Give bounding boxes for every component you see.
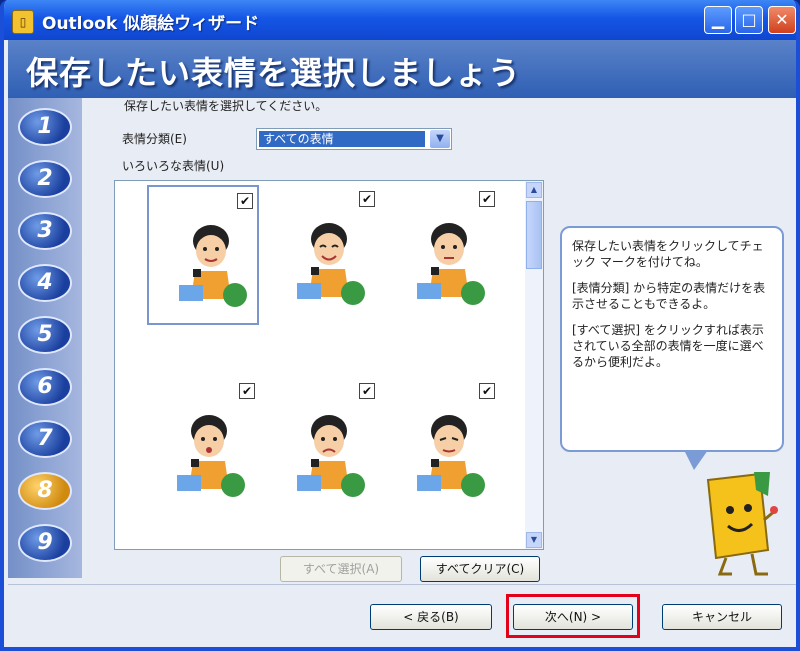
close-button[interactable]: ✕ [768, 6, 796, 34]
category-label: 表情分類(E) [122, 132, 187, 146]
next-button-highlight [506, 594, 640, 638]
maximize-button[interactable]: □ [735, 6, 763, 34]
expression-item-4[interactable]: ✔ [147, 377, 259, 517]
avatar-illustration [177, 415, 245, 497]
select-all-button[interactable]: すべて選択(A) [280, 556, 402, 582]
clear-all-button[interactable]: すべてクリア(C) [420, 556, 540, 582]
balloon-tail [684, 450, 708, 470]
step-9: 9 [18, 524, 72, 562]
step-7: 7 [18, 420, 72, 458]
intro-text: 保存したい表情を選択してください。 [124, 99, 328, 113]
scroll-up-icon[interactable]: ▲ [526, 182, 542, 198]
step-6: 6 [18, 368, 72, 406]
expression-item-3[interactable]: ✔ [387, 185, 499, 325]
expression-list[interactable]: ✔ ✔ ✔ ✔ ✔ ✔ ▲ ▼ [114, 180, 544, 550]
checkbox-checked[interactable]: ✔ [359, 191, 375, 207]
avatar-illustration [417, 415, 485, 497]
footer-divider [8, 584, 796, 585]
step-8-active: 8 [18, 472, 72, 510]
expression-list-label: いろいろな表情(U) [122, 159, 225, 173]
step-5: 5 [18, 316, 72, 354]
checkbox-checked[interactable]: ✔ [359, 383, 375, 399]
expression-item-6[interactable]: ✔ [387, 377, 499, 517]
help-text-3: [すべて選択] をクリックすれば表示されている全部の表情を一度に選べるから便利だ… [572, 323, 764, 369]
back-button[interactable]: < 戻る(B) [370, 604, 492, 630]
step-1: 1 [18, 108, 72, 146]
checkbox-checked[interactable]: ✔ [237, 193, 253, 209]
category-selected-value: すべての表情 [259, 131, 425, 147]
avatar-illustration [417, 223, 485, 305]
app-icon: ▯ [12, 10, 34, 34]
category-select[interactable]: すべての表情 ▼ [256, 128, 452, 150]
avatar-illustration [297, 223, 365, 305]
step-4: 4 [18, 264, 72, 302]
vertical-scrollbar[interactable]: ▲ ▼ [525, 181, 543, 549]
minimize-button[interactable]: ▁ [704, 6, 732, 34]
title-bar: ▯ Outlook 似顔絵ウィザード ▁ □ ✕ [4, 0, 796, 40]
checkbox-checked[interactable]: ✔ [479, 191, 495, 207]
step-3: 3 [18, 212, 72, 250]
page-title: 保存したい表情を選択しましょう [26, 54, 522, 92]
avatar-illustration [297, 415, 365, 497]
scroll-thumb[interactable] [526, 201, 542, 269]
help-text-2: [表情分類] から特定の表情だけを表示させることもできるよ。 [572, 281, 766, 311]
expression-item-2[interactable]: ✔ [267, 185, 379, 325]
help-balloon: 保存したい表情をクリックしてチェック マークを付けてね。 [表情分類] から特定… [560, 226, 784, 452]
cancel-button[interactable]: キャンセル [662, 604, 782, 630]
mascot-icon [706, 472, 778, 576]
expression-item-5[interactable]: ✔ [267, 377, 379, 517]
chevron-down-icon[interactable]: ▼ [430, 130, 450, 148]
avatar-illustration [179, 225, 247, 307]
window-title: Outlook 似顔絵ウィザード [42, 14, 260, 34]
wizard-window: ▯ Outlook 似顔絵ウィザード ▁ □ ✕ 保存したい表情を選択しましょう… [0, 0, 800, 651]
step-sidebar: 1 2 3 4 5 6 7 8 9 [8, 98, 82, 578]
step-2: 2 [18, 160, 72, 198]
expression-item-1[interactable]: ✔ [147, 185, 259, 325]
checkbox-checked[interactable]: ✔ [479, 383, 495, 399]
checkbox-checked[interactable]: ✔ [239, 383, 255, 399]
scroll-down-icon[interactable]: ▼ [526, 532, 542, 548]
wizard-header: 保存したい表情を選択しましょう [8, 40, 796, 98]
help-text-1: 保存したい表情をクリックしてチェック マークを付けてね。 [572, 239, 764, 269]
